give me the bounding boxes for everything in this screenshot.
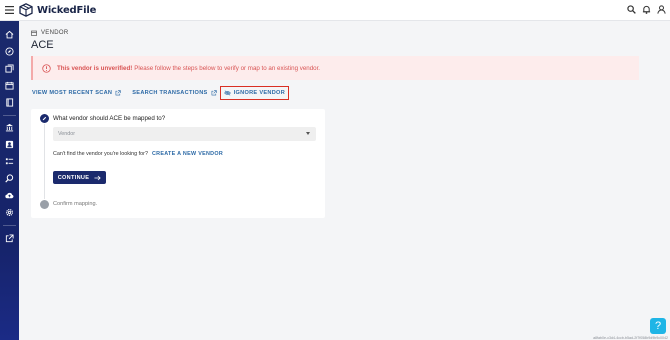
home-icon[interactable]: [4, 29, 15, 40]
mapping-stepper: What vendor should ACE be mapped to? Ven…: [31, 109, 325, 218]
step-2-indicator: [40, 200, 49, 209]
app-name: WickedFile: [37, 4, 97, 16]
sidebar-divider: [3, 115, 16, 116]
top-bar: WickedFile: [0, 0, 670, 21]
alert-icon: [42, 63, 51, 73]
vendor-actions: VIEW MOST RECENT SCAN SEARCH TRANSACTION…: [32, 86, 290, 100]
sidebar-divider: [3, 225, 16, 226]
user-icon[interactable]: [657, 4, 666, 15]
arrow-right-icon: [94, 175, 102, 180]
view-recent-scan-link[interactable]: VIEW MOST RECENT SCAN: [32, 90, 121, 96]
eye-off-icon: [223, 90, 231, 96]
ignore-vendor-label: IGNORE VENDOR: [233, 90, 286, 96]
contact-icon[interactable]: [4, 139, 15, 150]
search-transactions-label: SEARCH TRANSACTIONS: [132, 90, 208, 96]
view-recent-scan-label: VIEW MOST RECENT SCAN: [32, 90, 113, 96]
documents-icon[interactable]: [4, 63, 15, 74]
search-icon[interactable]: [4, 173, 15, 184]
build-id: a8fab0e-c3d4-4ccb-b5ad-2f7f058b9d9b9c004…: [593, 336, 668, 340]
step-1-question: What vendor should ACE be mapped to?: [53, 115, 166, 122]
step-2-label: Confirm mapping.: [53, 201, 98, 207]
menu-icon[interactable]: [0, 0, 19, 21]
help-button[interactable]: ?: [650, 318, 666, 334]
unverified-alert: This vendor is unverified! Please follow…: [31, 56, 639, 80]
book-icon[interactable]: [4, 97, 15, 108]
list-icon[interactable]: [4, 156, 15, 167]
main-content: VENDOR ACE This vendor is unverified! Pl…: [19, 21, 670, 340]
external-link-icon: [115, 90, 121, 96]
alert-strong: This vendor is unverified!: [57, 64, 133, 72]
breadcrumb: VENDOR: [31, 30, 68, 36]
cant-find-row: Can't find the vendor you're looking for…: [53, 151, 223, 157]
vendor-icon: [31, 30, 37, 36]
external-link-icon[interactable]: [4, 233, 15, 244]
continue-label: CONTINUE: [57, 174, 90, 181]
external-link-icon: [211, 90, 217, 96]
cant-find-text: Can't find the vendor you're looking for…: [53, 151, 148, 157]
sidebar: [0, 21, 19, 340]
logo-mark-icon: [19, 3, 33, 17]
vendor-select-placeholder: Vendor: [58, 131, 76, 137]
chevron-down-icon: [306, 132, 310, 135]
step-1-indicator: [40, 114, 49, 123]
calendar-icon[interactable]: [4, 80, 15, 91]
search-icon[interactable]: [627, 4, 636, 15]
step-connector: [44, 124, 45, 199]
continue-button[interactable]: CONTINUE: [53, 171, 106, 184]
page-title: ACE: [31, 39, 54, 51]
breadcrumb-label: VENDOR: [41, 30, 69, 36]
ignore-vendor-button[interactable]: IGNORE VENDOR: [219, 86, 290, 100]
cloud-upload-icon[interactable]: [4, 190, 15, 201]
top-actions: [627, 4, 666, 15]
bell-icon[interactable]: [642, 4, 651, 15]
create-new-vendor-link[interactable]: CREATE A NEW VENDOR: [152, 151, 223, 157]
settings-icon[interactable]: [4, 207, 15, 218]
vendor-select[interactable]: Vendor: [53, 127, 316, 141]
alert-message: Please follow the steps below to verify …: [134, 64, 321, 72]
search-transactions-link[interactable]: SEARCH TRANSACTIONS: [132, 90, 217, 96]
edit-icon: [42, 116, 47, 121]
compass-icon[interactable]: [4, 46, 15, 57]
bank-icon[interactable]: [4, 122, 15, 133]
app-logo[interactable]: WickedFile: [19, 3, 96, 17]
